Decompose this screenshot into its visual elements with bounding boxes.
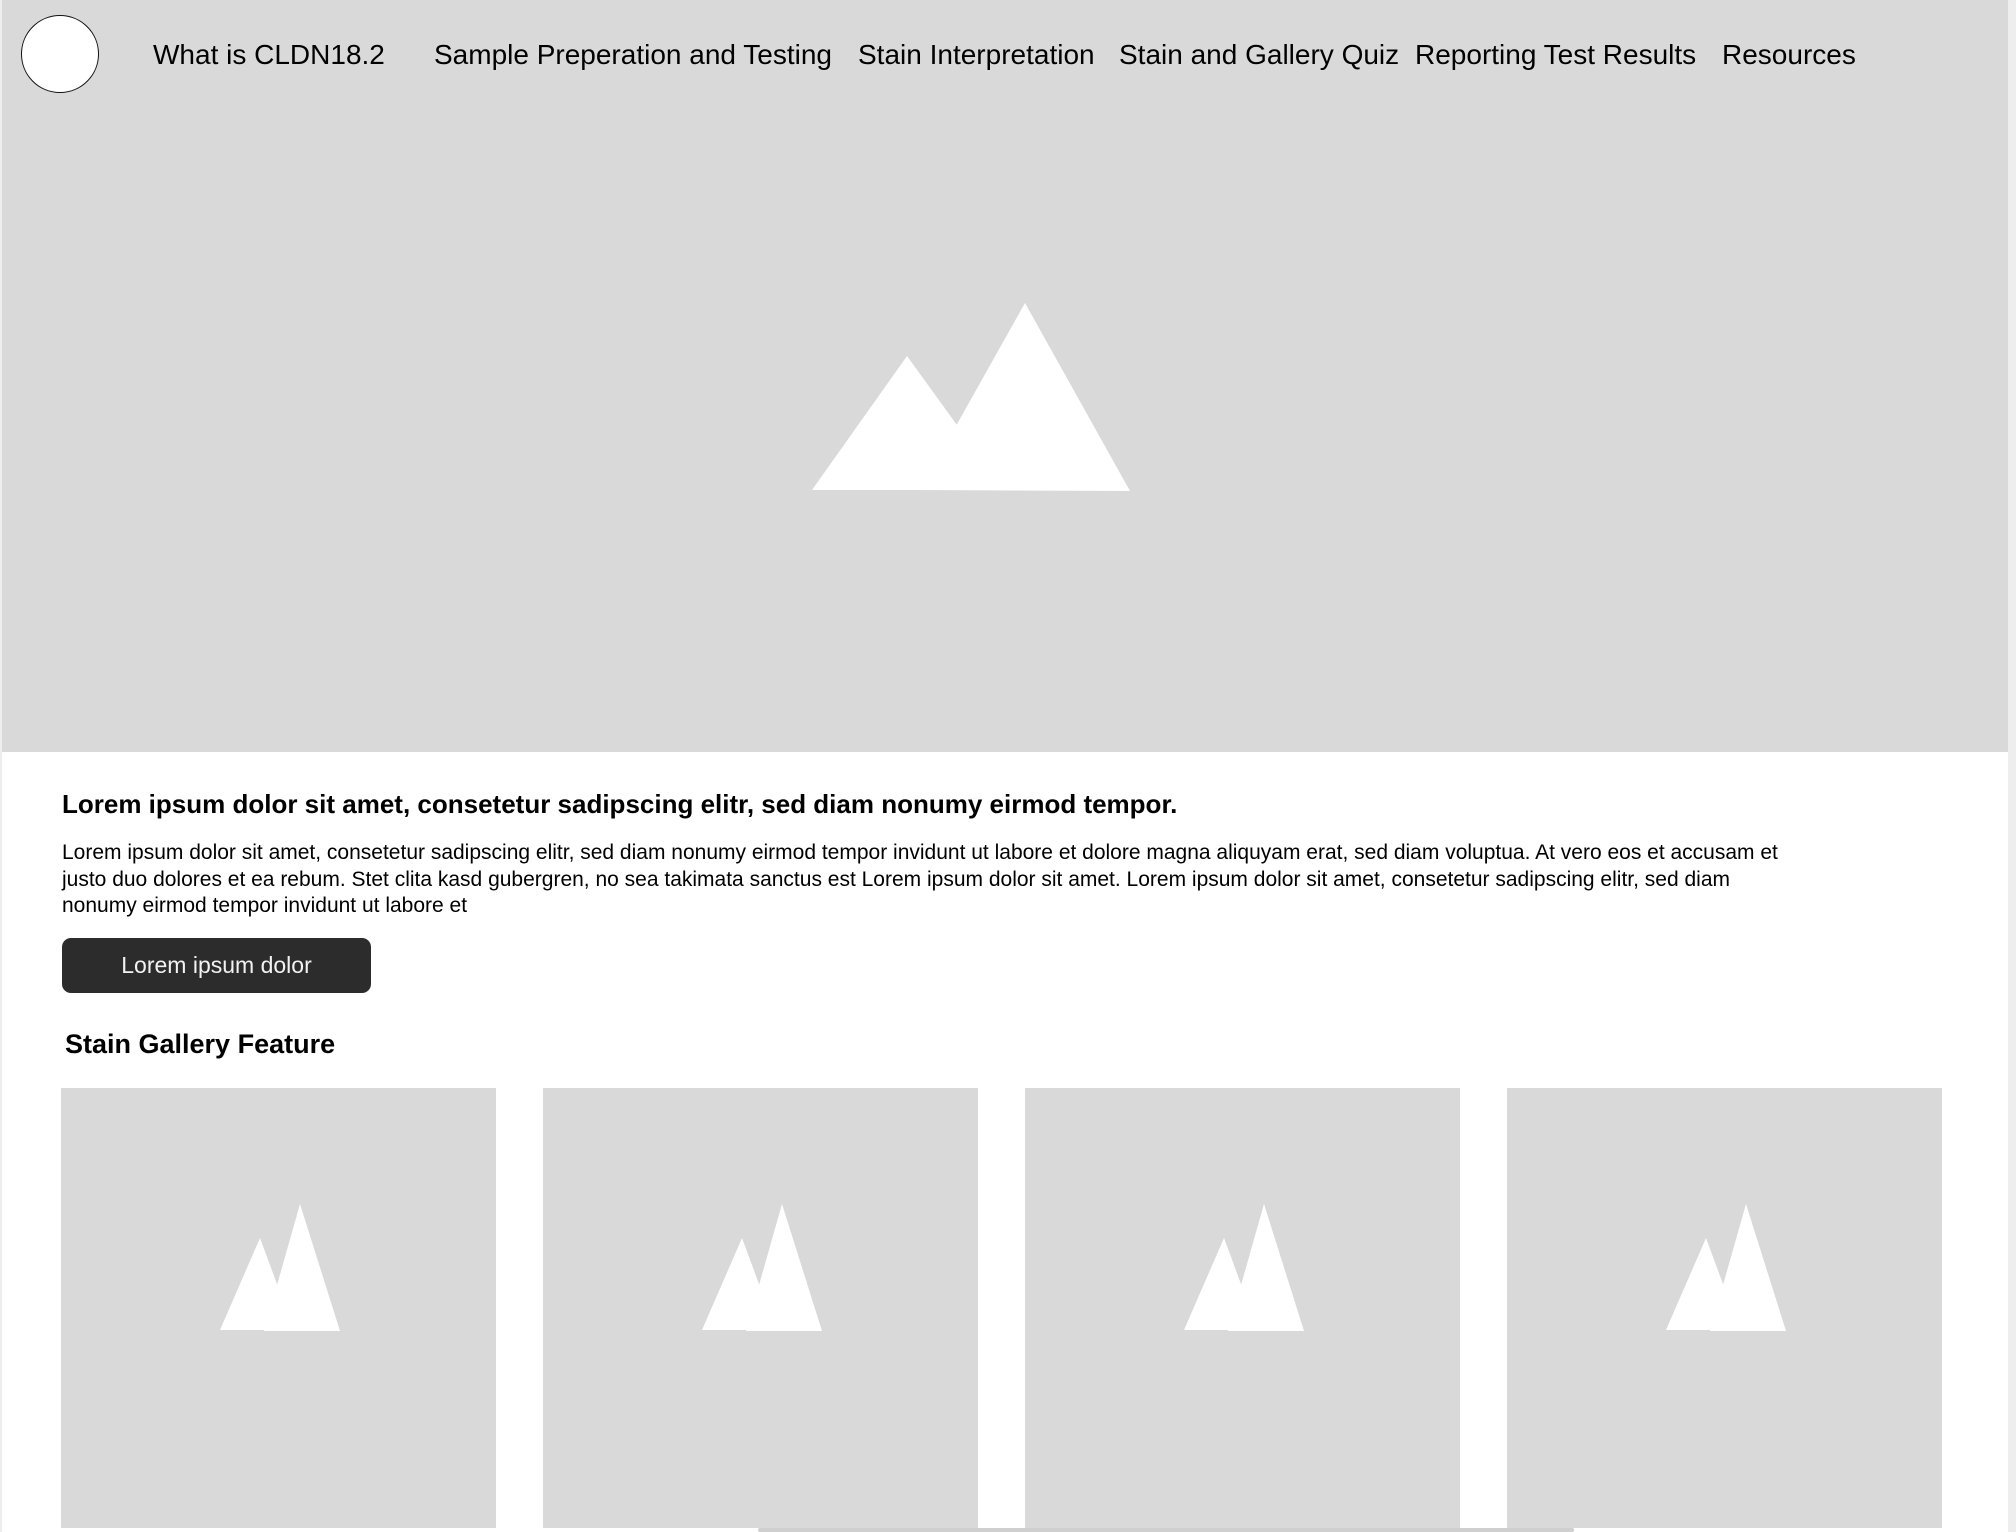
content-body-text: Lorem ipsum dolor sit amet, consetetur s…	[62, 841, 1778, 917]
image-placeholder-icon	[1666, 1204, 1786, 1331]
image-placeholder-icon	[220, 1204, 340, 1331]
nav-item-reporting-test-results[interactable]: Reporting Test Results	[1415, 38, 1696, 72]
nav-item-sample-preparation[interactable]: Sample Preperation and Testing	[434, 38, 832, 72]
page-frame: What is CLDN18.2 Sample Preperation and …	[2, 0, 2008, 1532]
hero-banner: What is CLDN18.2 Sample Preperation and …	[2, 0, 2008, 752]
gallery-tile[interactable]	[1507, 1088, 1942, 1528]
image-placeholder-icon	[1184, 1204, 1304, 1331]
gallery-tile[interactable]	[543, 1088, 978, 1528]
nav-item-stain-interpretation[interactable]: Stain Interpretation	[858, 38, 1095, 72]
nav-item-what-is-cldn18-2[interactable]: What is CLDN18.2	[153, 38, 385, 72]
gallery-section-title: Stain Gallery Feature	[65, 1029, 336, 1059]
image-placeholder-icon	[702, 1204, 822, 1331]
nav-item-stain-gallery-quiz[interactable]: Stain and Gallery Quiz	[1119, 38, 1399, 72]
cta-button[interactable]: Lorem ipsum dolor	[62, 938, 371, 993]
logo-circle-icon[interactable]	[21, 15, 99, 93]
scroll-indicator	[758, 1528, 1574, 1532]
nav-item-resources[interactable]: Resources	[1722, 38, 1856, 72]
gallery-tile[interactable]	[61, 1088, 496, 1528]
gallery-tile[interactable]	[1025, 1088, 1460, 1528]
content-headline: Lorem ipsum dolor sit amet, consetetur s…	[62, 789, 1178, 819]
image-placeholder-icon	[812, 303, 1130, 491]
